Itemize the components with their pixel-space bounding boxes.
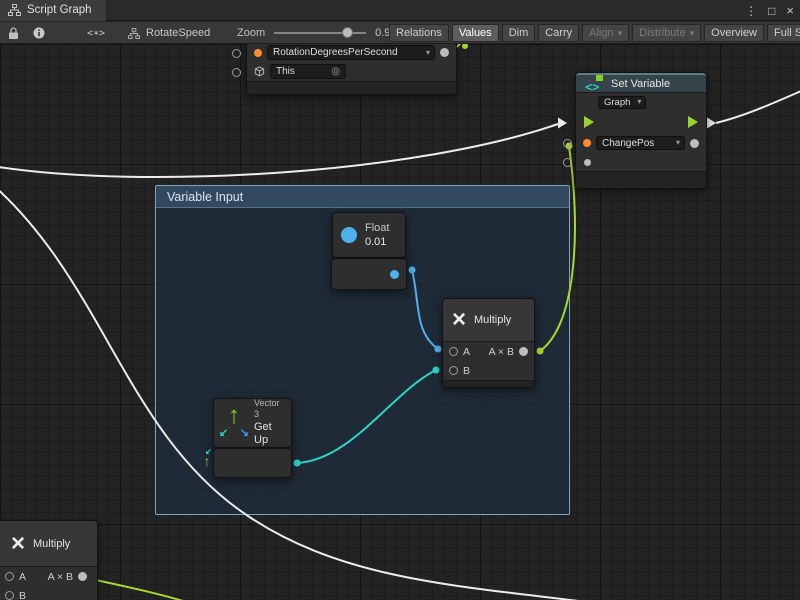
flow-arrow-out-of-set-variable <box>707 118 716 129</box>
float-title: Float <box>365 221 389 235</box>
title-bar: Script Graph ⋮ □ × <box>0 0 800 21</box>
float-port-block[interactable] <box>331 258 407 290</box>
set-variable-title: Set Variable <box>611 78 670 90</box>
multiply-port-a[interactable] <box>449 347 458 356</box>
variable-name-value: ChangePos <box>602 138 654 149</box>
value-input-inner-port[interactable] <box>584 159 591 166</box>
get-variable-target-port[interactable] <box>232 68 241 77</box>
close-icon[interactable]: × <box>786 4 794 17</box>
flow-output-port[interactable] <box>688 116 698 128</box>
multiply-icon: × <box>11 532 25 556</box>
group-header[interactable]: Variable Input <box>156 186 569 208</box>
graph-toolbar: <∗> RotateSpeed Zoom 0.9x Relations Valu… <box>0 22 800 44</box>
code-icon: <∗> <box>87 28 105 39</box>
multiply2-result-port[interactable] <box>78 572 87 581</box>
port-a-label: A <box>463 346 470 358</box>
gameobject-cube-icon <box>254 66 265 77</box>
wire-multiply2-output <box>86 578 212 600</box>
port-result-label: A × B <box>489 346 514 358</box>
multiply-icon: × <box>452 308 466 332</box>
relations-button[interactable]: Relations <box>389 24 449 42</box>
graph-breadcrumb[interactable]: RotateSpeed <box>128 24 210 42</box>
zoom-slider-handle[interactable] <box>342 27 353 38</box>
node-footer <box>247 81 456 94</box>
multiply2-port-b[interactable] <box>5 591 14 600</box>
variable-scope-value: Graph <box>604 97 630 108</box>
flow-input-port[interactable] <box>584 116 594 128</box>
lock-button[interactable] <box>5 24 22 42</box>
zoom-control: Zoom 0.9x <box>237 24 396 42</box>
float-node[interactable]: Float 0.01 <box>332 212 406 258</box>
full-screen-button[interactable]: Full Screen <box>767 24 800 42</box>
overview-button[interactable]: Overview <box>704 24 764 42</box>
flow-wire-right <box>716 88 800 123</box>
variable-kind-dot <box>583 139 591 147</box>
group-title: Variable Input <box>167 190 243 204</box>
set-variable-name-port[interactable] <box>563 139 572 148</box>
set-variable-node[interactable]: <> Set Variable Graph ChangePos <box>575 72 707 189</box>
flow-arrow-into-set-variable <box>558 118 567 129</box>
multiply-title: Multiply <box>33 538 70 550</box>
values-button[interactable]: Values <box>452 24 499 42</box>
multiply-title: Multiply <box>474 314 511 326</box>
set-variable-value-port[interactable] <box>563 158 572 167</box>
node-footer <box>576 171 706 188</box>
wire-endpoint-dot <box>462 44 468 49</box>
float-icon <box>341 227 357 243</box>
align-button[interactable]: Align <box>582 24 629 42</box>
multiply2-port-a[interactable] <box>5 572 14 581</box>
multiply-node[interactable]: × Multiply A A × B B <box>442 298 535 388</box>
port-result-label: A × B <box>48 571 73 583</box>
float-value-input[interactable]: 0.01 <box>365 235 389 249</box>
zoom-slider[interactable] <box>274 24 366 42</box>
info-icon <box>33 27 45 39</box>
port-a-label: A <box>19 571 26 583</box>
multiply-node-2[interactable]: × Multiply A A × B B <box>0 520 98 600</box>
graph-asset-icon <box>128 28 140 39</box>
float-output-port[interactable] <box>390 270 399 279</box>
node-footer <box>443 380 534 387</box>
vector3-type-label: Vector 3 <box>254 398 284 421</box>
maximize-icon[interactable]: □ <box>768 5 775 17</box>
carry-button[interactable]: Carry <box>538 24 579 42</box>
variable-kind-dot <box>254 49 262 57</box>
script-graph-window: Script Graph ⋮ □ × <box>0 0 800 600</box>
lock-icon <box>8 27 19 40</box>
get-variable-name-port[interactable] <box>232 49 241 58</box>
script-graph-icon <box>8 4 21 16</box>
multiply-result-port[interactable] <box>519 347 528 356</box>
flow-wire-left <box>0 124 558 177</box>
window-controls: ⋮ □ × <box>745 0 794 21</box>
graph-name: RotateSpeed <box>146 27 210 39</box>
variable-select-value: RotationDegreesPerSecond <box>273 47 398 58</box>
variable-name-select[interactable]: ChangePos <box>596 136 685 150</box>
multiply-port-b[interactable] <box>449 366 458 375</box>
target-self-field[interactable]: This ◎ <box>270 64 346 79</box>
get-up-node[interactable]: ↑ ↙ ↘ Vector 3 Get Up <box>213 398 292 448</box>
zoom-label: Zoom <box>237 27 265 39</box>
info-button[interactable] <box>30 24 48 42</box>
port-b-label: B <box>463 365 470 377</box>
variable-select[interactable]: RotationDegreesPerSecond <box>267 45 435 60</box>
get-variable-node[interactable]: RotationDegreesPerSecond This ◎ <box>246 44 457 95</box>
get-up-title: Get Up <box>254 421 284 449</box>
distribute-button[interactable]: Distribute <box>632 24 701 42</box>
graph-canvas[interactable]: Variable Input <box>0 44 800 600</box>
set-variable-icon: <> <box>585 76 603 92</box>
object-picker-icon[interactable]: ◎ <box>331 67 340 77</box>
code-button[interactable]: <∗> <box>84 24 108 42</box>
variable-scope-select[interactable]: Graph <box>598 96 646 109</box>
window-title: Script Graph <box>27 4 92 16</box>
target-self-value: This <box>276 66 295 77</box>
tab-script-graph[interactable]: Script Graph <box>0 0 106 21</box>
menu-icon[interactable]: ⋮ <box>745 5 757 17</box>
toolbar-buttons: Relations Values Dim Carry Align Distrib… <box>389 24 800 42</box>
vector3-icon: ↑ ↙ ↘ <box>221 406 247 440</box>
dim-button[interactable]: Dim <box>502 24 536 42</box>
get-variable-output-port[interactable] <box>440 48 449 57</box>
get-up-port-block[interactable]: ↑ ↙ <box>213 448 292 478</box>
set-variable-output-port[interactable] <box>690 139 699 148</box>
port-b-label: B <box>19 590 26 600</box>
